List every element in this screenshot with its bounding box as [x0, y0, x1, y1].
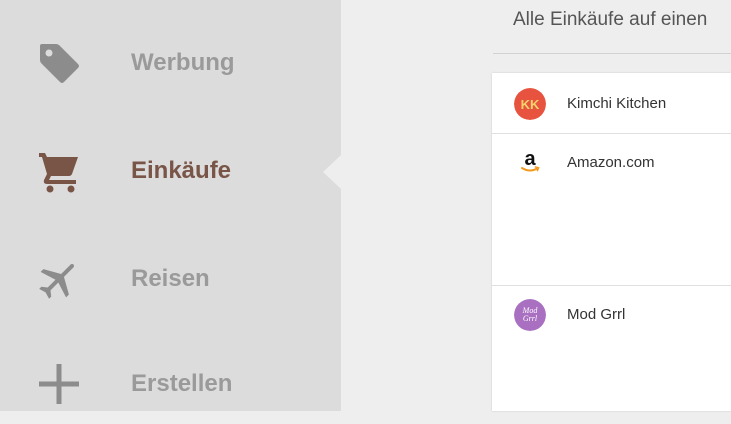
sidebar-item-werbung[interactable]: Werbung: [0, 23, 341, 103]
sidebar-item-reisen[interactable]: Reisen: [0, 239, 341, 319]
mod-grrl-logo: Mod Grrl: [514, 299, 546, 331]
sidebar-item-label: Erstellen: [131, 370, 233, 397]
merchant-list: KK Kimchi Kitchen a Amazon.com Mod Grrl: [492, 73, 731, 411]
amazon-logo: a: [514, 146, 546, 178]
kimchi-kitchen-logo: KK: [514, 88, 546, 120]
sidebar-item-einkaeufe[interactable]: Einkäufe: [0, 131, 341, 211]
sidebar-item-erstellen[interactable]: Erstellen: [0, 344, 341, 424]
list-item-kimchi-kitchen[interactable]: KK Kimchi Kitchen: [492, 73, 731, 134]
page-title: Alle Einkäufe auf einen: [513, 9, 708, 30]
list-item-mod-grrl[interactable]: Mod Grrl Mod Grrl: [492, 286, 731, 411]
active-indicator: [323, 155, 341, 189]
divider: [493, 53, 731, 54]
list-item-amazon[interactable]: a Amazon.com: [492, 134, 731, 286]
sidebar-item-label: Werbung: [131, 49, 235, 76]
svg-text:Grrl: Grrl: [523, 314, 538, 323]
tag-icon: [36, 40, 82, 86]
sidebar-item-label: Einkäufe: [131, 157, 232, 184]
merchant-name: Amazon.com: [567, 154, 655, 171]
main-content: Alle Einkäufe auf einen KK Kimchi Kitche…: [341, 0, 731, 411]
airplane-icon: [36, 256, 82, 302]
plus-icon: [36, 361, 82, 407]
shopping-cart-icon: [36, 148, 82, 194]
merchant-name: Kimchi Kitchen: [567, 95, 667, 112]
merchant-name: Mod Grrl: [567, 306, 626, 323]
sidebar: Werbung Einkäufe Reisen Erstellen: [0, 0, 341, 411]
kimchi-logo-text: KK: [521, 97, 540, 112]
sidebar-item-label: Reisen: [131, 265, 210, 292]
amazon-logo-text: a: [524, 148, 536, 170]
